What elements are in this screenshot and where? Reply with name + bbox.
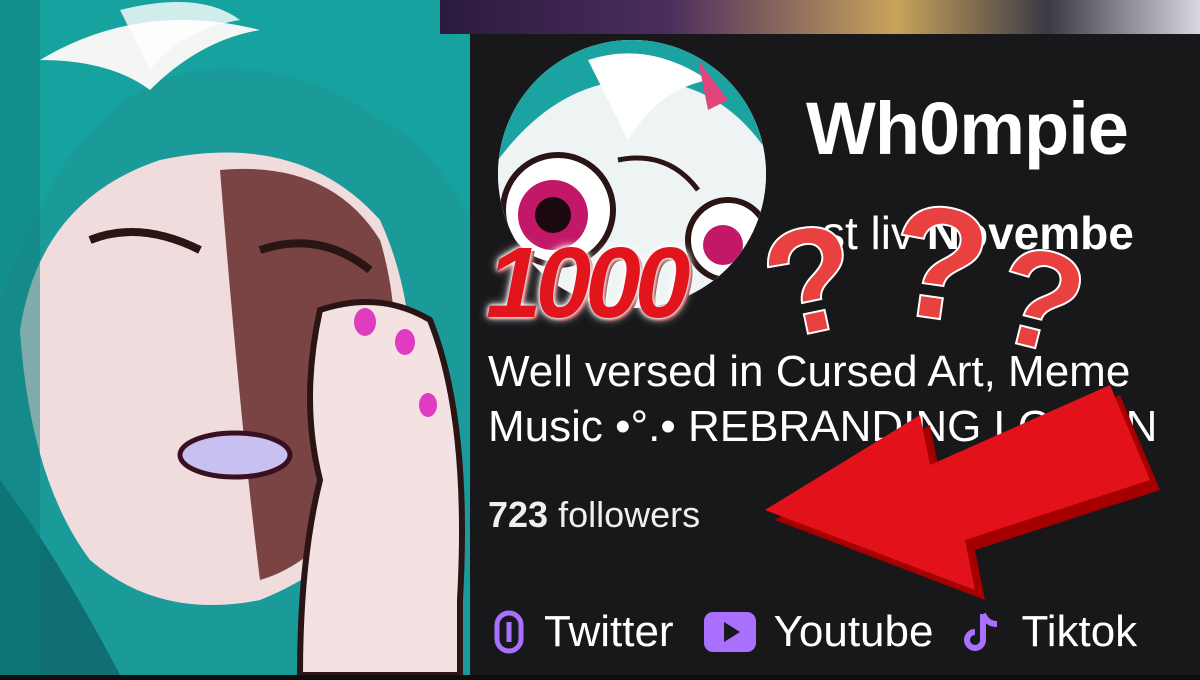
question-mark-2: ? <box>879 180 1001 358</box>
tiktok-icon <box>964 612 998 651</box>
twitter-link[interactable]: Twitter <box>492 607 674 657</box>
follower-count: 723 followers <box>488 494 700 536</box>
question-marks-overlay: ? ? ? <box>760 180 1102 380</box>
link-icon <box>494 610 524 654</box>
channel-banner <box>440 0 1200 34</box>
question-mark-1: ? <box>760 188 873 371</box>
tiktok-link[interactable]: Tiktok <box>963 607 1137 657</box>
social-links: Twitter Youtube Tiktok <box>492 602 1167 662</box>
channel-name: Wh0mpie <box>806 87 1129 170</box>
character-artwork <box>0 0 480 678</box>
question-mark-3: ? <box>980 213 1101 380</box>
milestone-number-overlay: 1000 <box>486 227 690 339</box>
youtube-icon <box>703 612 756 652</box>
twitter-link-label: Twitter <box>544 607 674 656</box>
follower-number: 723 <box>488 494 549 535</box>
red-arrow-pointer <box>765 385 1160 600</box>
tiktok-link-label: Tiktok <box>1021 607 1138 656</box>
youtube-link-label: Youtube <box>773 607 934 656</box>
youtube-link[interactable]: Youtube <box>703 607 934 657</box>
follower-label: followers <box>558 494 701 535</box>
